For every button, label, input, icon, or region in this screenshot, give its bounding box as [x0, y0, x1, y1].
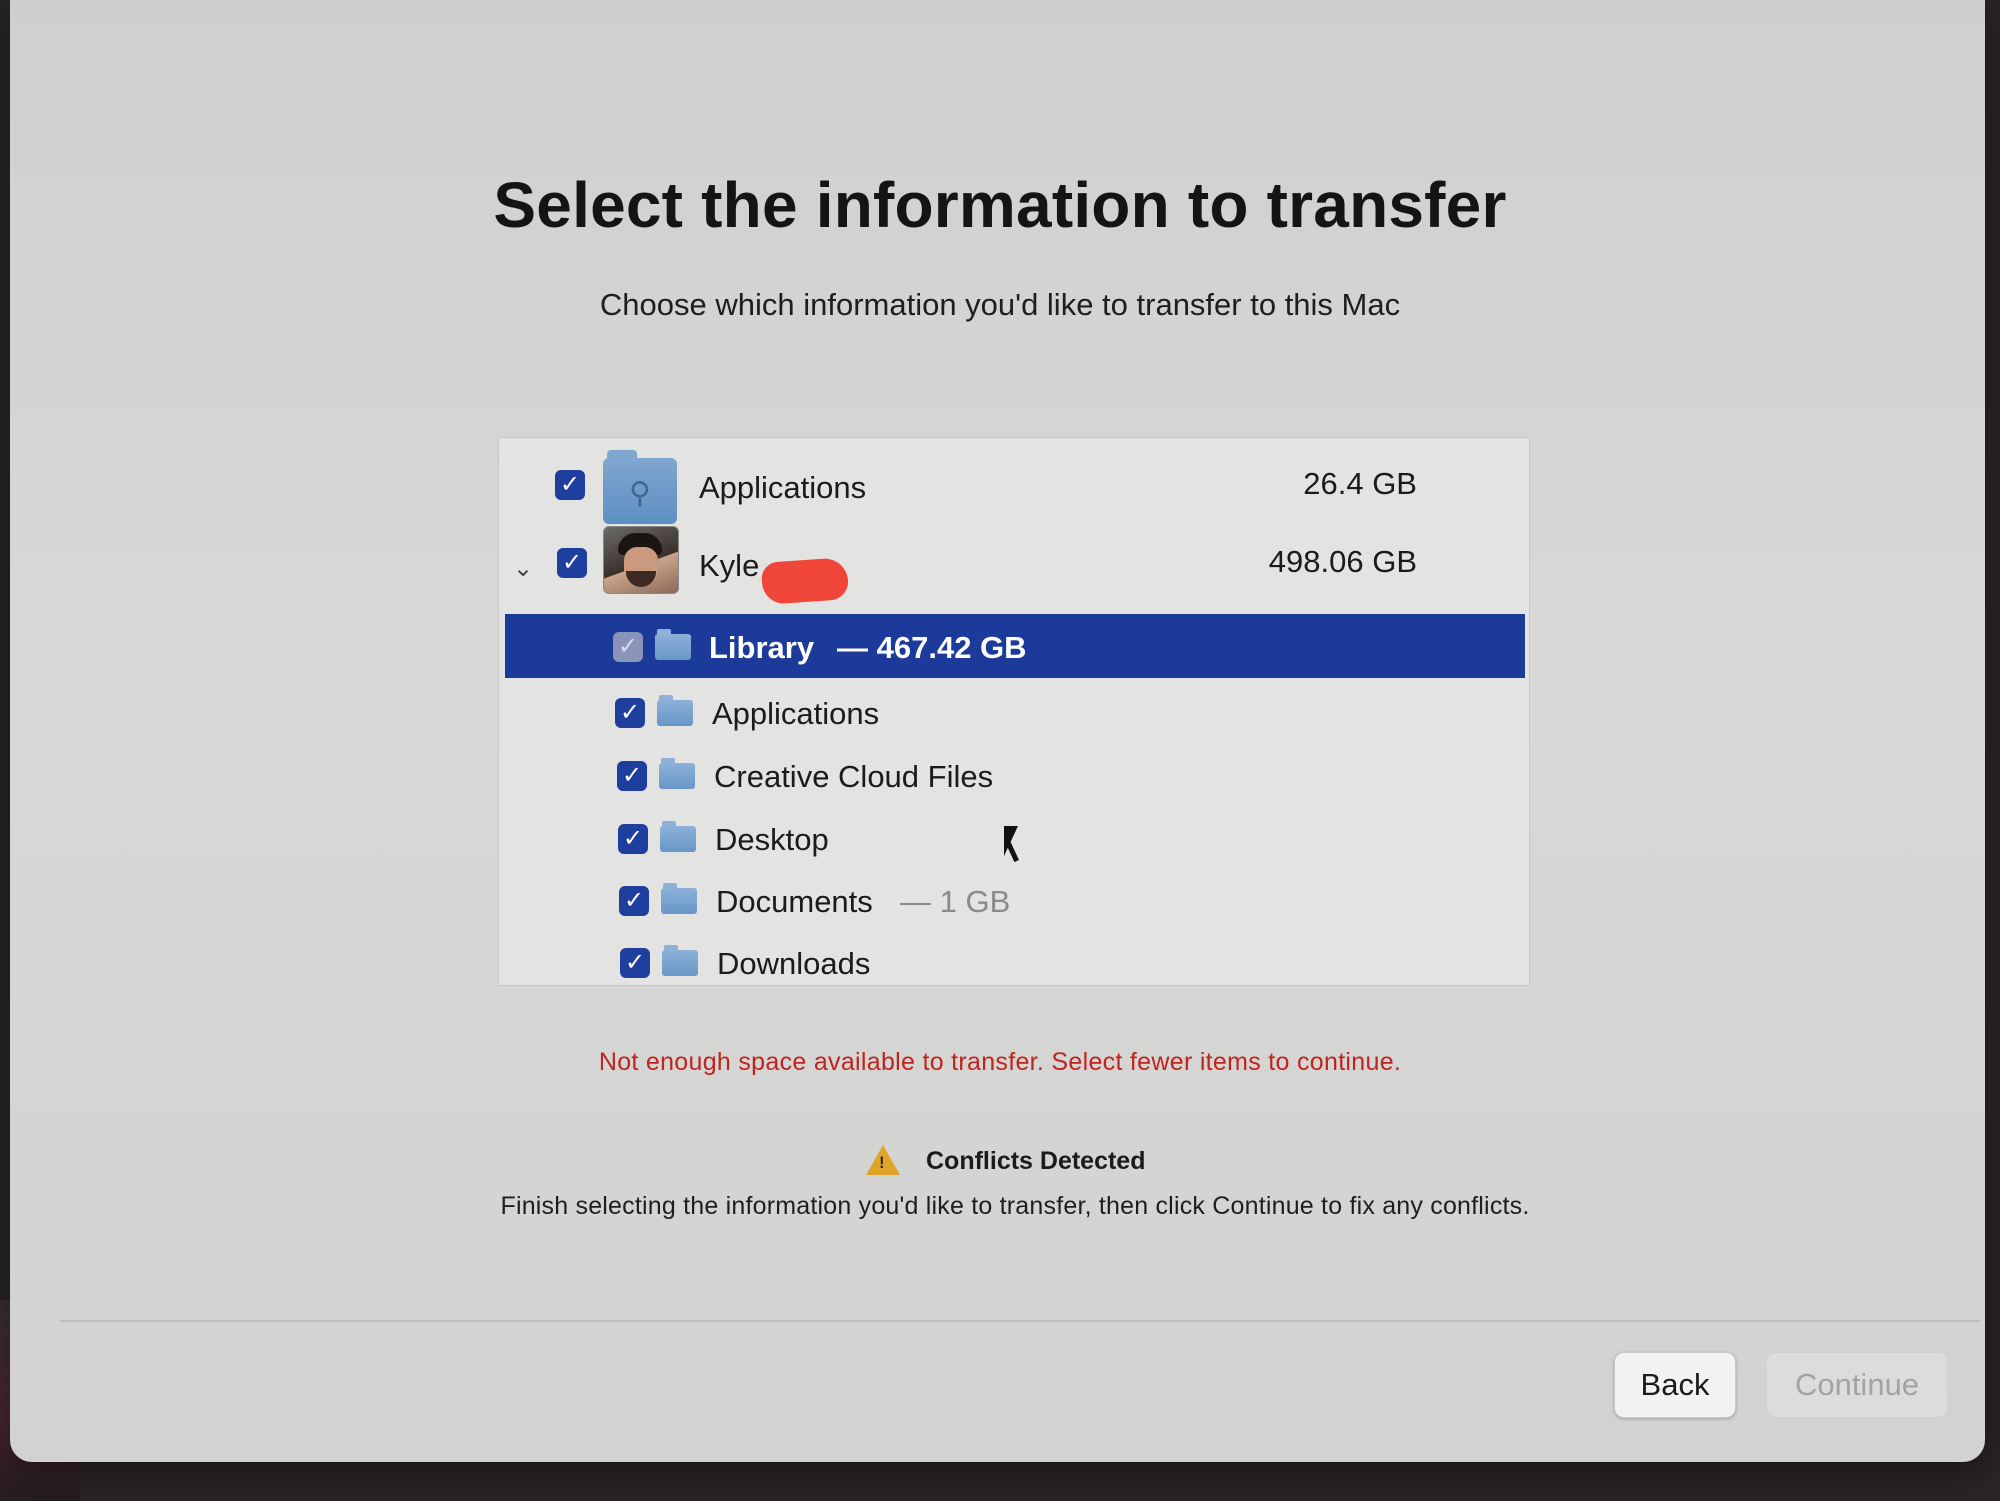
folder-icon — [659, 758, 695, 789]
list-item-documents[interactable]: ✓ Documents — 1 GB — [499, 866, 1529, 930]
folder-icon — [655, 629, 691, 660]
mouse-cursor-icon — [1004, 826, 1018, 856]
downloads-label: Downloads — [717, 946, 871, 981]
desktop-label: Desktop — [715, 822, 829, 857]
applications-checkbox[interactable]: ✓ — [555, 470, 585, 500]
list-item-creative-cloud-files[interactable]: ✓ Creative Cloud Files — [499, 741, 1529, 805]
page-title: Select the information to transfer — [493, 169, 1507, 241]
documents-label: Documents — [716, 884, 873, 919]
back-button[interactable]: Back — [1614, 1352, 1736, 1418]
conflicts-title: Conflicts Detected — [926, 1147, 1146, 1175]
folder-icon — [657, 695, 693, 726]
continue-button[interactable]: Continue — [1766, 1352, 1948, 1418]
error-message: Not enough space available to transfer. … — [598, 1048, 1402, 1076]
user-kyle-label: Kyle — [699, 548, 760, 583]
chevron-down-icon[interactable]: ⌄ — [513, 554, 533, 583]
downloads-checkbox[interactable]: ✓ — [620, 948, 650, 978]
user-applications-checkbox[interactable]: ✓ — [615, 698, 645, 728]
documents-checkbox[interactable]: ✓ — [619, 886, 649, 916]
list-item-library[interactable]: ✓ Library — 467.42 GB — [505, 614, 1525, 678]
applications-size: 26.4 GB — [1303, 466, 1417, 501]
applications-label: Applications — [699, 470, 867, 505]
library-label: Library — [709, 630, 815, 665]
list-item-applications[interactable]: ✓ ⚲ Applications 26.4 GB — [499, 438, 1529, 524]
page-subtitle: Choose which information you'd like to t… — [599, 287, 1401, 322]
list-item-downloads[interactable]: ✓ Downloads — [499, 928, 1529, 985]
folder-icon — [661, 883, 697, 914]
documents-size: — 1 GB — [900, 884, 1011, 919]
app-folder-icon: ⚲ — [603, 450, 677, 524]
folder-icon — [662, 945, 698, 976]
footer-divider — [60, 1320, 1980, 1322]
conflicts-message: Finish selecting the information you'd l… — [500, 1192, 1530, 1220]
list-item-user-applications[interactable]: ✓ Applications — [499, 678, 1529, 742]
user-applications-label: Applications — [712, 696, 880, 731]
desktop-checkbox[interactable]: ✓ — [618, 824, 648, 854]
folder-icon — [660, 821, 696, 852]
creative-cloud-files-label: Creative Cloud Files — [714, 759, 994, 794]
warning-icon: ! — [866, 1145, 900, 1175]
conflicts-heading: ! Conflicts Detected — [862, 1145, 1282, 1185]
transfer-items-list[interactable]: ✓ ⚲ Applications 26.4 GB ⌄ ✓ Kyle 498.06… — [498, 437, 1530, 986]
redaction-mark — [760, 557, 850, 605]
user-kyle-checkbox[interactable]: ✓ — [557, 548, 587, 578]
library-checkbox[interactable]: ✓ — [613, 632, 643, 662]
user-kyle-size: 498.06 GB — [1268, 544, 1417, 579]
creative-cloud-files-checkbox[interactable]: ✓ — [617, 761, 647, 791]
user-avatar — [603, 526, 679, 594]
library-size: — 467.42 GB — [837, 630, 1027, 665]
list-item-user-kyle[interactable]: ⌄ ✓ Kyle 498.06 GB — [499, 526, 1529, 612]
